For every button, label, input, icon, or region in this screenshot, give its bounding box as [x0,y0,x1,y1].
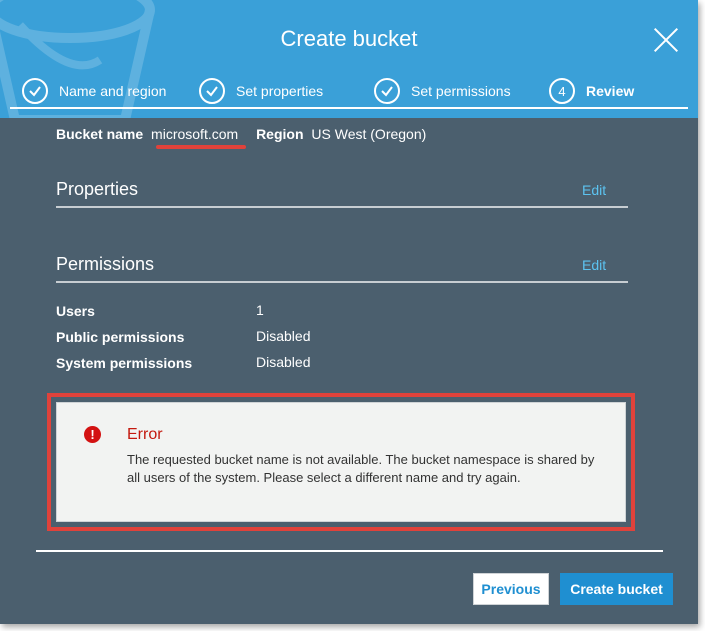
bucket-name-highlight [156,145,246,149]
permissions-edit-link[interactable]: Edit [582,257,606,273]
check-icon [199,78,225,104]
bucket-summary: Bucket name microsoft.com Region US West… [56,126,426,142]
perm-value-public: Disabled [256,328,311,344]
previous-button[interactable]: Previous [473,573,549,605]
region-value: US West (Oregon) [311,126,427,142]
dialog-header: Create bucket Name and region Set proper… [0,0,698,118]
step-label: Set permissions [411,83,511,99]
properties-title: Properties [56,179,139,199]
properties-edit-link[interactable]: Edit [582,182,606,198]
perm-value-system: Disabled [256,354,311,370]
permissions-divider [56,281,628,283]
perm-key-public: Public permissions [56,329,185,345]
properties-divider [56,206,628,208]
error-icon: ! [84,426,101,443]
step-name-and-region[interactable]: Name and region [22,78,166,104]
step-label: Review [586,83,635,99]
bucket-name-value: microsoft.com [151,126,239,142]
step-set-permissions[interactable]: Set permissions [374,78,511,104]
perm-key-system: System permissions [56,355,193,371]
check-icon [22,78,48,104]
create-bucket-dialog: Create bucket Name and region Set proper… [0,0,698,624]
dialog-title: Create bucket [280,26,418,51]
perm-key-users: Users [56,303,95,319]
error-title: Error [127,426,163,443]
step-label: Set properties [236,83,324,99]
perm-value-users: 1 [256,302,264,318]
permissions-title: Permissions [56,254,155,274]
step-number: 4 [549,78,575,104]
steps-divider [10,107,688,109]
footer-divider [36,550,663,552]
error-message: The requested bucket name is not availab… [127,452,595,485]
step-review[interactable]: 4 Review [549,78,634,104]
check-icon [374,78,400,104]
close-icon[interactable] [652,26,680,54]
create-bucket-button[interactable]: Create bucket [560,573,673,605]
step-label: Name and region [59,83,167,99]
bucket-name-label: Bucket name [56,126,144,142]
region-label: Region [256,126,304,142]
step-set-properties[interactable]: Set properties [199,78,323,104]
